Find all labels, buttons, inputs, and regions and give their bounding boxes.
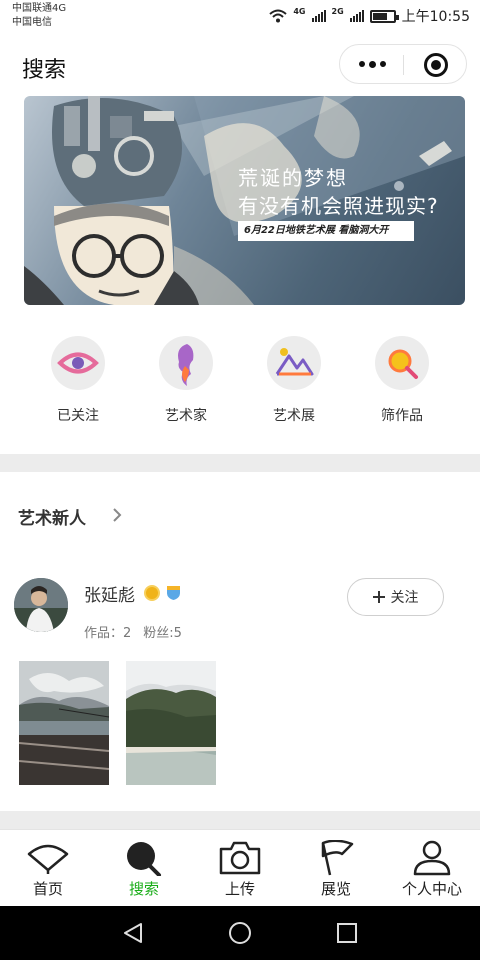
status-bar: 中国联通4G 中国电信 4G 2G 上午10:55 xyxy=(0,0,480,38)
verified-badge-icon xyxy=(144,585,160,601)
shield-badge-icon xyxy=(167,586,180,600)
status-icons: 4G 2G 上午10:55 xyxy=(269,6,470,26)
avatar[interactable] xyxy=(14,578,68,632)
tab-label: 首页 xyxy=(32,880,63,898)
more-icon[interactable] xyxy=(356,45,388,83)
home-icon[interactable] xyxy=(228,921,252,945)
tab-label: 个人中心 xyxy=(401,880,462,898)
system-nav-bar xyxy=(0,906,480,960)
artwork-thumbnail[interactable] xyxy=(126,661,216,785)
quick-entry-label: 艺术家 xyxy=(165,408,207,424)
fans-count: 粉丝:5 xyxy=(143,626,182,641)
follow-button[interactable]: 关注 xyxy=(347,578,444,616)
user-icon xyxy=(413,840,451,876)
tab-label: 上传 xyxy=(224,880,255,898)
follow-label: 关注 xyxy=(390,590,419,606)
tab-profile[interactable]: 个人中心 xyxy=(384,830,480,907)
clock: 上午10:55 xyxy=(401,9,470,25)
artist-stats: 作品：2 粉丝:5 xyxy=(84,622,182,641)
signal-icon-2 xyxy=(349,10,364,22)
back-icon[interactable] xyxy=(121,921,145,945)
tab-label: 搜索 xyxy=(128,880,159,898)
quick-entry-label: 艺术展 xyxy=(273,408,315,424)
quick-entry-followed[interactable]: 已关注 xyxy=(28,336,128,425)
capsule-divider xyxy=(403,55,404,75)
artwork-thumbnail[interactable] xyxy=(19,661,109,785)
close-target-icon[interactable] xyxy=(424,53,448,77)
works-count: 作品：2 xyxy=(84,626,132,641)
mountain-icon xyxy=(267,336,321,390)
artist-silhouette-icon xyxy=(159,336,213,390)
net-label-2: 2G xyxy=(331,6,344,16)
home-fan-icon xyxy=(27,844,69,874)
banner-headline-1: 荒诞的梦想 xyxy=(238,166,348,190)
section-title[interactable]: 艺术新人 xyxy=(18,504,86,529)
quick-entry-exhibitions[interactable]: 艺术展 xyxy=(244,336,344,425)
quick-entries: 已关注 艺术家 艺术展 筛作品 xyxy=(0,336,480,432)
signal-icon-1 xyxy=(311,10,326,22)
quick-entry-artists[interactable]: 艺术家 xyxy=(136,336,236,425)
banner-tag: 6月22日地铁艺术展 看脑洞大开 xyxy=(238,221,414,241)
battery-icon xyxy=(369,9,399,23)
plus-icon xyxy=(372,591,385,603)
carrier-1: 中国联通4G xyxy=(12,3,67,14)
tab-upload[interactable]: 上传 xyxy=(192,830,288,907)
recents-icon[interactable] xyxy=(335,921,359,945)
chevron-right-icon[interactable] xyxy=(110,505,124,525)
mini-program-capsule xyxy=(339,44,467,84)
section-divider xyxy=(0,811,480,829)
camera-icon xyxy=(219,841,261,875)
search-icon xyxy=(127,842,161,876)
magnifier-icon xyxy=(375,336,429,390)
eye-icon xyxy=(51,336,105,390)
banner-headline-2: 有没有机会照进现实? xyxy=(238,194,439,218)
nav-bar: 搜索 xyxy=(0,38,480,94)
tab-home[interactable]: 首页 xyxy=(0,830,96,907)
tab-search[interactable]: 搜索 xyxy=(96,830,192,907)
net-label-1: 4G xyxy=(293,6,306,16)
quick-entry-filter-works[interactable]: 筛作品 xyxy=(352,336,452,425)
promo-banner[interactable]: 荒诞的梦想 有没有机会照进现实? 6月22日地铁艺术展 看脑洞大开 xyxy=(24,96,465,305)
tab-label: 展览 xyxy=(320,880,351,898)
tab-exhibition[interactable]: 展览 xyxy=(288,830,384,907)
page-title: 搜索 xyxy=(22,58,67,83)
quick-entry-label: 筛作品 xyxy=(381,408,423,424)
section-divider xyxy=(0,454,480,472)
flag-icon xyxy=(321,840,354,876)
carrier-2: 中国电信 xyxy=(12,17,52,28)
quick-entry-label: 已关注 xyxy=(57,408,99,424)
tab-bar: 首页 搜索 上传 展览 个人中心 xyxy=(0,829,480,906)
wifi-icon xyxy=(269,9,288,23)
carrier-info: 中国联通4G 中国电信 xyxy=(12,2,66,30)
artist-name[interactable]: 张延彪 xyxy=(84,581,135,606)
